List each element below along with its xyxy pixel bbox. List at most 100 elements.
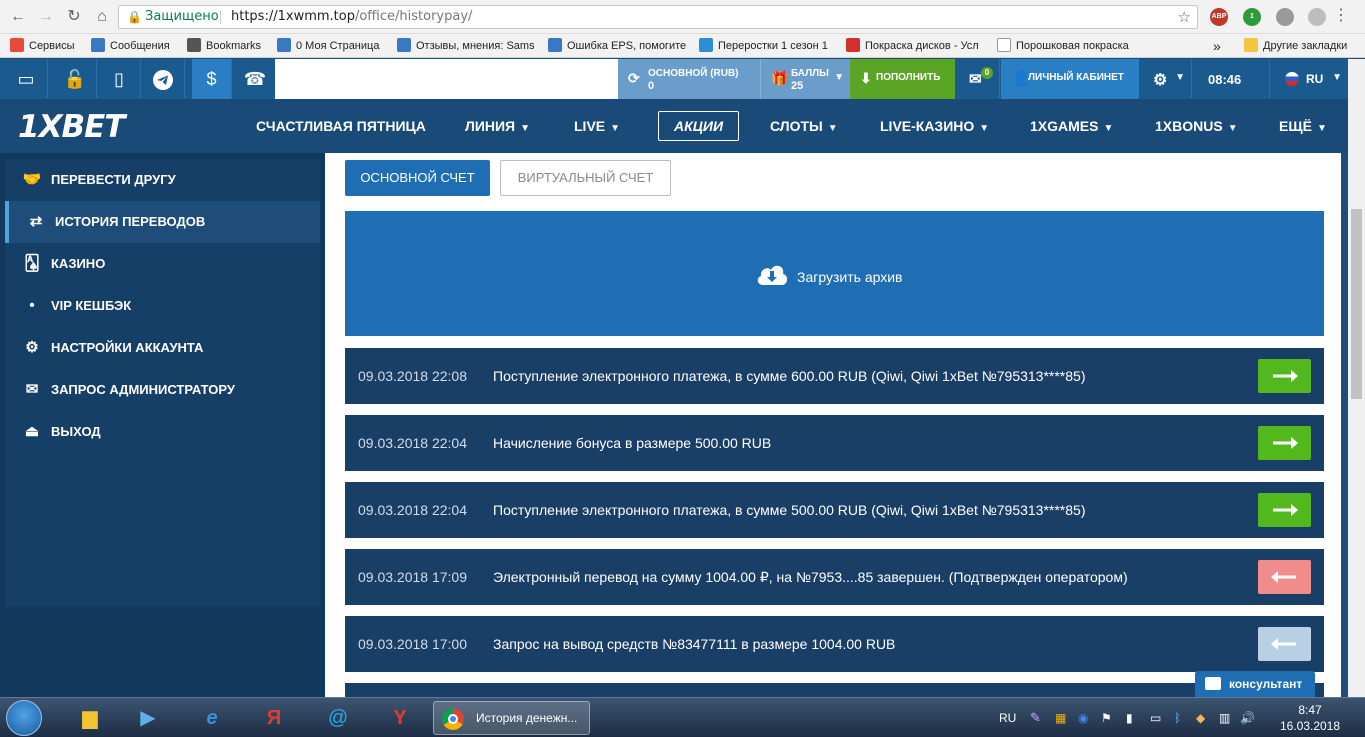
desktop-version-icon[interactable]: ▭ bbox=[5, 59, 48, 99]
history-date: 09.03.2018 17:09 bbox=[358, 569, 467, 585]
battery-tray-icon[interactable]: ▮ bbox=[1126, 698, 1133, 737]
sidebar-item[interactable]: ⚙ НАСТРОЙКИ АККАУНТА bbox=[5, 327, 320, 369]
sidebar-item[interactable]: • VIP КЕШБЭК bbox=[5, 285, 320, 327]
bookmark-item[interactable]: 0 Моя Страница bbox=[277, 34, 389, 58]
refresh-icon[interactable]: ⟳ bbox=[628, 70, 640, 87]
system-clock[interactable]: 8:47 16.03.2018 bbox=[1272, 702, 1348, 734]
feather-tray-icon[interactable]: ✎ bbox=[1030, 698, 1041, 737]
bookmark-star-icon[interactable]: ☆ bbox=[1178, 6, 1191, 28]
nav-item[interactable]: СЧАСТЛИВАЯ ПЯТНИЦА bbox=[256, 99, 426, 153]
forward-icon[interactable]: → bbox=[36, 7, 56, 27]
deposit-button[interactable]: ⬇ ПОПОЛНИТЬ bbox=[850, 59, 955, 99]
nav-item[interactable]: ЛИНИЯ ▼ bbox=[465, 99, 530, 153]
sidebar-item[interactable]: ✉ ЗАПРОС АДМИНИСТРАТОРУ bbox=[5, 369, 320, 411]
points-selector[interactable]: 🎁 БАЛЛЫ 25 ▼ bbox=[760, 59, 850, 99]
chevron-down-icon: ▼ bbox=[1227, 123, 1238, 134]
clock-time: 8:47 bbox=[1298, 703, 1322, 717]
shield-extension-icon[interactable]: 1 bbox=[1243, 8, 1261, 26]
bookmark-item[interactable]: Сообщения bbox=[91, 34, 181, 58]
internet-explorer-icon[interactable]: e bbox=[192, 702, 232, 734]
yandex-browser-icon[interactable]: Я bbox=[254, 702, 294, 734]
tab-virtual-account[interactable]: ВИРТУАЛЬНЫЙ СЧЕТ bbox=[500, 160, 671, 196]
history-date: 09.03.2018 22:04 bbox=[358, 502, 467, 518]
nav-item[interactable]: ЕЩЁ ▼ bbox=[1279, 99, 1327, 153]
transfer-hands-icon: 🤝 bbox=[22, 171, 42, 188]
chrome-tray-icon[interactable]: ◉ bbox=[1078, 698, 1088, 737]
bookmark-item[interactable]: Сервисы bbox=[10, 34, 85, 58]
browser-menu-icon[interactable]: ⋮ bbox=[1333, 6, 1349, 26]
nav-item[interactable]: СЛОТЫ ▼ bbox=[770, 99, 838, 153]
nav-item[interactable]: АКЦИИ bbox=[658, 111, 740, 141]
history-row-partial bbox=[345, 683, 1324, 697]
bookmark-item[interactable]: Покраска дисков - Усл bbox=[846, 34, 986, 58]
bookmark-item[interactable]: Ошибка EPS, помогите bbox=[548, 34, 690, 58]
download-archive-button[interactable]: Загрузить архив bbox=[345, 211, 1324, 336]
mobile-icon[interactable]: ▯ bbox=[98, 59, 141, 99]
flag-tray-icon[interactable]: ⚑ bbox=[1101, 698, 1112, 737]
bookmark-label: 0 Моя Страница bbox=[296, 40, 380, 52]
network-tray-icon[interactable]: ▥ bbox=[1219, 698, 1230, 737]
monitor-tray-icon[interactable]: ▭ bbox=[1150, 698, 1161, 737]
dollar-icon[interactable]: $ bbox=[192, 59, 232, 99]
tab-main-account[interactable]: ОСНОВНОЙ СЧЕТ bbox=[345, 160, 490, 196]
sidebar-item[interactable]: ⇄ ИСТОРИЯ ПЕРЕВОДОВ bbox=[5, 201, 320, 243]
nav-item[interactable]: LIVE ▼ bbox=[574, 99, 620, 153]
start-button-icon[interactable] bbox=[6, 700, 42, 736]
chevron-down-icon: ▼ bbox=[1103, 123, 1114, 134]
chrome-task-button[interactable]: История денежн... bbox=[433, 701, 590, 735]
page-scrollbar[interactable] bbox=[1348, 59, 1365, 697]
adblock-icon[interactable]: ABP bbox=[1210, 8, 1228, 26]
home-icon[interactable]: ⌂ bbox=[92, 7, 112, 27]
volume-tray-icon[interactable]: 🔊 bbox=[1240, 698, 1255, 737]
arrow-left-icon[interactable] bbox=[1258, 627, 1311, 661]
sidebar-item[interactable]: 🂡 КАЗИНО bbox=[5, 243, 320, 285]
arrow-left-icon[interactable] bbox=[1258, 560, 1311, 594]
time-value: 08:46 bbox=[1208, 72, 1242, 87]
yandex-icon[interactable]: Y bbox=[380, 702, 420, 734]
arrow-right-icon[interactable] bbox=[1258, 493, 1311, 527]
nav-item[interactable]: 1XGAMES ▼ bbox=[1030, 99, 1113, 153]
main-account-selector[interactable]: ⟳ ОСНОВНОЙ (RUB) 0 bbox=[618, 59, 760, 99]
nav-item[interactable]: LIVE-КАЗИНО ▼ bbox=[880, 99, 989, 153]
arrow-right-icon[interactable] bbox=[1258, 426, 1311, 460]
gear-extension-icon[interactable] bbox=[1276, 8, 1294, 26]
other-bookmarks[interactable]: Другие закладки bbox=[1244, 34, 1347, 58]
language-selector[interactable]: RU ▼ bbox=[1271, 59, 1348, 99]
bookmark-item[interactable]: Отзывы, мнения: Sams bbox=[397, 34, 537, 58]
reload-icon[interactable]: ↻ bbox=[64, 7, 84, 27]
nav-item-label: СЧАСТЛИВАЯ ПЯТНИЦА bbox=[256, 118, 426, 134]
messages-button[interactable]: ✉ 0 bbox=[956, 59, 1000, 99]
back-icon[interactable]: ← bbox=[8, 7, 28, 27]
phone-icon[interactable]: ☎ bbox=[234, 59, 277, 99]
bookmark-item[interactable]: Порошковая покраска bbox=[997, 34, 1135, 58]
chevron-down-icon: ▼ bbox=[834, 72, 844, 83]
input-language[interactable]: RU bbox=[999, 698, 1016, 737]
bookmark-item[interactable]: Bookmarks bbox=[187, 34, 271, 58]
history-description: Запрос на вывод средств №83477111 в разм… bbox=[493, 636, 896, 652]
media-player-icon[interactable]: ▶ bbox=[128, 702, 168, 734]
sidebar-item[interactable]: ⏏ ВЫХОД bbox=[5, 411, 320, 453]
bookmark-item[interactable]: Переростки 1 сезон 1 bbox=[699, 34, 837, 58]
settings-dropdown[interactable]: ⚙ ▼ bbox=[1140, 59, 1192, 99]
points-value: 25 bbox=[791, 80, 804, 92]
time-display[interactable]: 08:46 bbox=[1193, 59, 1270, 99]
scrollbar-thumb[interactable] bbox=[1351, 209, 1362, 399]
nav-item[interactable]: 1XBONUS ▼ bbox=[1155, 99, 1238, 153]
bluetooth-tray-icon[interactable]: ᛒ bbox=[1174, 698, 1181, 737]
arrow-right-icon[interactable] bbox=[1258, 359, 1311, 393]
more-bookmarks-icon[interactable]: » bbox=[1213, 34, 1221, 58]
brand-logo[interactable]: 1XBET bbox=[18, 109, 125, 145]
address-bar[interactable]: 🔒 Защищено https://1xwmm.top/office/hist… bbox=[118, 5, 1198, 29]
file-explorer-icon[interactable]: ▆ bbox=[70, 702, 110, 734]
unlock-icon[interactable]: 🔓 bbox=[54, 59, 97, 99]
cloud-download-icon bbox=[757, 265, 788, 285]
app-tray-icon[interactable]: ◆ bbox=[1196, 698, 1205, 737]
consultant-chat-button[interactable]: консультант bbox=[1195, 671, 1315, 697]
sidebar-item[interactable]: 🤝 ПЕРЕВЕСТИ ДРУГУ bbox=[5, 159, 320, 201]
office-tray-icon[interactable]: ▦ bbox=[1055, 698, 1066, 737]
smiley-extension-icon[interactable] bbox=[1308, 8, 1326, 26]
telegram-icon[interactable] bbox=[142, 59, 185, 99]
personal-cabinet-button[interactable]: 👤 ЛИЧНЫЙ КАБИНЕТ bbox=[1001, 59, 1139, 99]
mail-agent-icon[interactable]: @ bbox=[318, 702, 358, 734]
lock-icon: 🔒 bbox=[127, 10, 142, 24]
